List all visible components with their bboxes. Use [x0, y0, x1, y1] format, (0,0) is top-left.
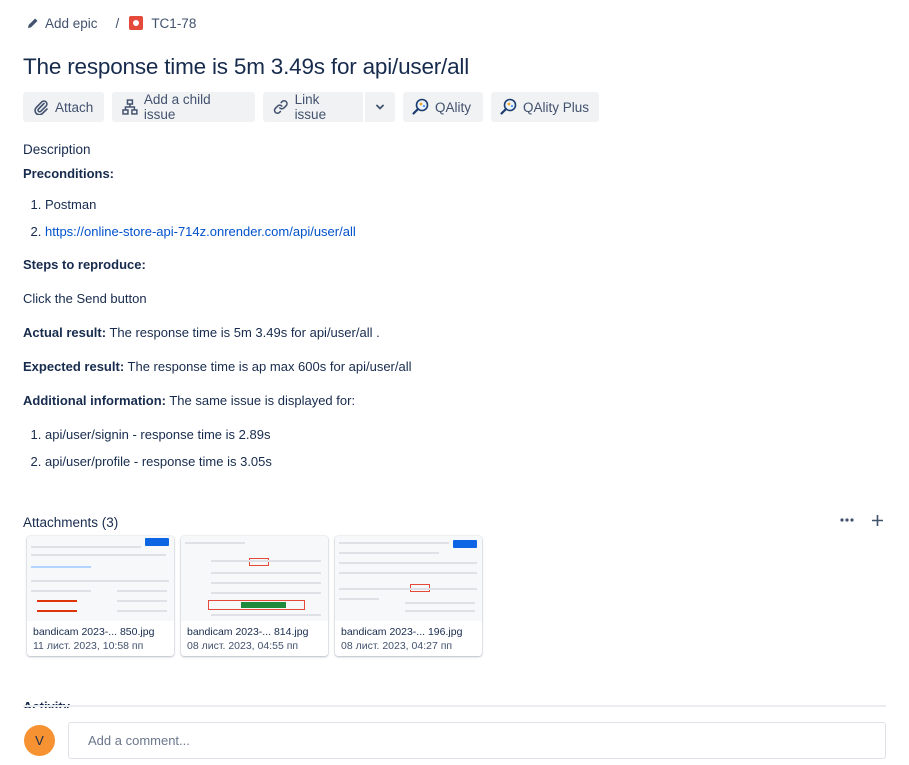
add-child-issue-button[interactable]: Add a child issue [112, 92, 255, 122]
attachment-filename: bandicam 2023-... 850.jpg [33, 626, 155, 638]
qality-label: QAlity [435, 99, 472, 115]
actual-result-text: The response time is 5m 3.49s for api/us… [106, 325, 380, 340]
attachment-thumbnail [27, 536, 174, 621]
list-item: Postman [45, 198, 863, 211]
issue-toolbar: Attach Add a child issue Link issue QAli… [23, 92, 599, 122]
link-issue-label: Link issue [294, 92, 327, 122]
list-item: api/user/profile - response time is 3.05… [45, 455, 863, 468]
list-item: api/user/signin - response time is 2.89s [45, 428, 863, 441]
qality-plus-label: QAlity Plus [523, 99, 590, 115]
additional-info-text: The same issue is displayed for: [165, 393, 356, 408]
pencil-icon [28, 18, 38, 28]
steps-text: Click the Send button [23, 291, 147, 306]
attachments-actions [838, 510, 886, 530]
attachments-heading: Attachments (3) [23, 515, 119, 530]
additional-info-label: Additional information: [23, 393, 166, 408]
qality-plus-magnifier-icon [500, 98, 517, 115]
attachment-card[interactable]: bandicam 2023-... 196.jpg 08 лист. 2023,… [335, 536, 482, 656]
attachment-filename: bandicam 2023-... 814.jpg [187, 626, 309, 638]
qality-magnifier-icon [412, 98, 429, 115]
bug-icon [129, 16, 144, 30]
paperclip-icon [34, 100, 48, 115]
description-body[interactable]: Preconditions: Postman https://online-st… [23, 166, 863, 468]
user-avatar[interactable]: V [24, 725, 55, 756]
actual-result: Actual result: The response time is 5m 3… [23, 326, 863, 339]
additional-list: api/user/signin - response time is 2.89s… [23, 428, 863, 468]
link-issue-dropdown[interactable] [365, 92, 395, 122]
comment-input[interactable] [68, 722, 886, 759]
issue-title[interactable]: The response time is 5m 3.49s for api/us… [23, 54, 469, 80]
attachment-filename: bandicam 2023-... 196.jpg [341, 626, 463, 638]
issue-key: TC1-78 [151, 15, 197, 31]
issue-key-link[interactable]: TC1-78 [129, 16, 196, 31]
plus-icon [871, 514, 883, 526]
preconditions-list: Postman https://online-store-api-714z.on… [23, 198, 863, 238]
link-icon [273, 100, 288, 114]
attachment-card[interactable]: bandicam 2023-... 814.jpg 08 лист. 2023,… [181, 536, 328, 656]
additional-info: Additional information: The same issue i… [23, 394, 863, 407]
attach-label: Attach [55, 99, 94, 115]
hierarchy-icon [122, 99, 138, 115]
attach-button[interactable]: Attach [23, 92, 104, 122]
link-issue-split-button: Link issue [263, 92, 395, 122]
attachment-date: 08 лист. 2023, 04:55 пп [187, 640, 299, 652]
ellipsis-icon [840, 518, 854, 522]
attachment-list: bandicam 2023-... 850.jpg 11 лист. 2023,… [27, 536, 482, 656]
actual-result-label: Actual result: [23, 325, 107, 340]
breadcrumb-separator: / [115, 15, 120, 31]
preconditions-heading: Preconditions: [23, 166, 115, 181]
expected-result-text: The response time is ap max 600s for api… [124, 359, 412, 374]
api-url-link[interactable]: https://online-store-api-714z.onrender.c… [45, 224, 356, 239]
chevron-down-icon [376, 104, 384, 110]
attachment-date: 11 лист. 2023, 10:58 пп [33, 640, 144, 652]
link-issue-button[interactable]: Link issue [263, 92, 363, 122]
list-item: https://online-store-api-714z.onrender.c… [45, 225, 863, 238]
attachment-date: 08 лист. 2023, 04:27 пп [341, 640, 453, 652]
steps-heading: Steps to reproduce: [23, 257, 146, 272]
expected-result: Expected result: The response time is ap… [23, 360, 863, 373]
attachment-thumbnail [335, 536, 482, 621]
add-attachment-button[interactable] [868, 510, 886, 530]
qality-plus-button[interactable]: QAlity Plus [491, 92, 599, 122]
description-label: Description [23, 142, 91, 157]
activity-divider [23, 705, 886, 707]
add-epic-link[interactable]: Add epic [27, 16, 98, 31]
breadcrumb: Add epic / TC1-78 [27, 14, 196, 32]
add-child-label: Add a child issue [143, 92, 211, 122]
expected-result-label: Expected result: [23, 359, 125, 374]
qality-button[interactable]: QAlity [403, 92, 483, 122]
attachment-card[interactable]: bandicam 2023-... 850.jpg 11 лист. 2023,… [27, 536, 174, 656]
attachment-thumbnail [181, 536, 328, 621]
more-options-button[interactable] [838, 510, 856, 530]
add-epic-label: Add epic [45, 15, 98, 31]
